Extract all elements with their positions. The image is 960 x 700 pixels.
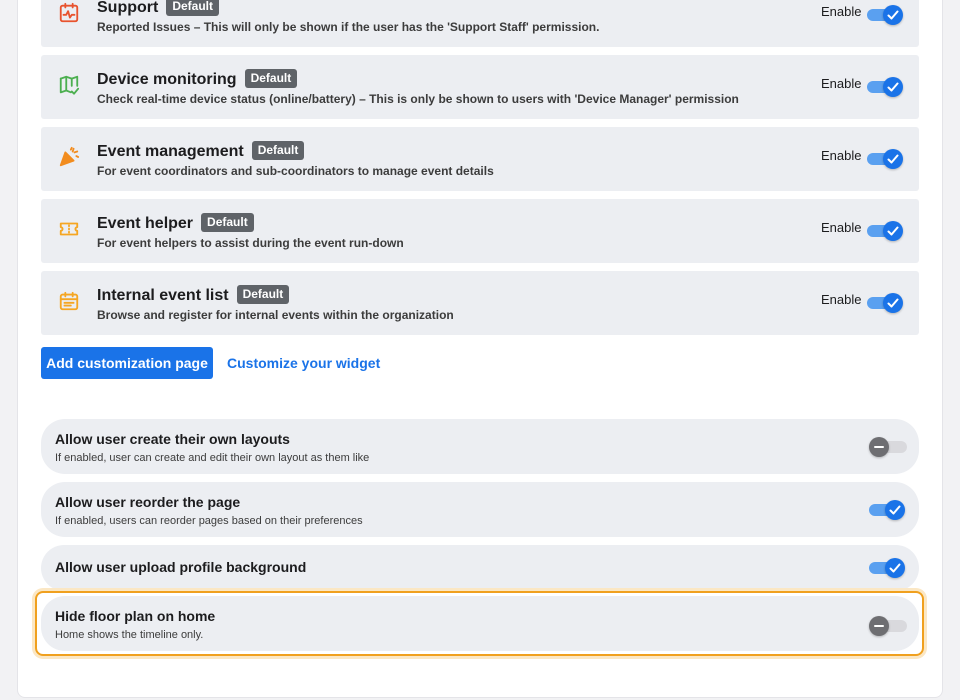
page-description: For event helpers to assist during the e… bbox=[97, 236, 404, 250]
page-row-internal-event-list: Internal event list Default Browse and re… bbox=[41, 271, 919, 335]
calendar-icon bbox=[58, 290, 80, 312]
page-title: Event helper Default bbox=[97, 213, 254, 233]
check-icon bbox=[889, 505, 901, 515]
setting-description: If enabled, users can reorder pages base… bbox=[55, 515, 363, 527]
map-check-icon bbox=[58, 74, 80, 96]
page-row-event-management: Event management Default For event coordi… bbox=[41, 127, 919, 191]
minus-icon bbox=[874, 446, 884, 448]
enable-label: Enable bbox=[821, 4, 862, 19]
setting-description: Home shows the timeline only. bbox=[55, 629, 204, 641]
enable-toggle-support[interactable] bbox=[867, 3, 905, 27]
setting-description: If enabled, user can create and edit the… bbox=[55, 452, 370, 464]
page-description: Reported Issues – This will only be show… bbox=[97, 20, 600, 34]
toggle-hide-floor-plan[interactable] bbox=[869, 614, 907, 638]
toggle-reorder-page[interactable] bbox=[869, 498, 907, 522]
page-description: For event coordinators and sub-coordinat… bbox=[97, 164, 494, 178]
check-icon bbox=[887, 154, 899, 164]
enable-label: Enable bbox=[821, 148, 862, 163]
enable-toggle-event-management[interactable] bbox=[867, 147, 905, 171]
default-badge: Default bbox=[244, 69, 298, 88]
page-row-support: Support Default Reported Issues – This wi… bbox=[41, 0, 919, 47]
check-icon bbox=[889, 563, 901, 573]
support-icon bbox=[58, 2, 80, 24]
setting-upload-background: Allow user upload profile background bbox=[41, 545, 919, 591]
ticket-icon bbox=[58, 218, 80, 240]
customize-widget-link[interactable]: Customize your widget bbox=[227, 355, 380, 371]
toggle-upload-background[interactable] bbox=[869, 556, 907, 580]
setting-hide-floor-plan: Hide floor plan on home Home shows the t… bbox=[41, 596, 919, 651]
check-icon bbox=[887, 298, 899, 308]
check-icon bbox=[887, 226, 899, 236]
enable-toggle-internal-event-list[interactable] bbox=[867, 291, 905, 315]
page-title: Support Default bbox=[97, 0, 219, 17]
add-customization-page-button[interactable]: Add customization page bbox=[41, 347, 213, 379]
setting-title: Allow user reorder the page bbox=[55, 494, 241, 510]
enable-label: Enable bbox=[821, 292, 862, 307]
default-badge: Default bbox=[201, 213, 254, 232]
page-description: Browse and register for internal events … bbox=[97, 308, 454, 322]
enable-label: Enable bbox=[821, 76, 862, 91]
page-description: Check real-time device status (online/ba… bbox=[97, 92, 739, 106]
toggle-create-layouts[interactable] bbox=[869, 435, 907, 459]
page-row-device-monitoring: Device monitoring Default Check real-time… bbox=[41, 55, 919, 119]
page-row-event-helper: Event helper Default For event helpers to… bbox=[41, 199, 919, 263]
setting-reorder-page: Allow user reorder the page If enabled, … bbox=[41, 482, 919, 537]
setting-title: Hide floor plan on home bbox=[55, 608, 216, 624]
enable-label: Enable bbox=[821, 220, 862, 235]
setting-title: Allow user create their own layouts bbox=[55, 431, 290, 447]
check-icon bbox=[887, 10, 899, 20]
page-title: Internal event list Default bbox=[97, 285, 290, 305]
minus-icon bbox=[874, 625, 884, 627]
party-popper-icon bbox=[58, 146, 80, 168]
enable-toggle-device-monitoring[interactable] bbox=[867, 75, 905, 99]
setting-create-layouts: Allow user create their own layouts If e… bbox=[41, 419, 919, 474]
default-badge: Default bbox=[251, 141, 305, 160]
enable-toggle-event-helper[interactable] bbox=[867, 219, 905, 243]
page-title: Event management Default bbox=[97, 141, 305, 161]
page-title: Device monitoring Default bbox=[97, 69, 298, 89]
default-badge: Default bbox=[236, 285, 290, 304]
setting-title: Allow user upload profile background bbox=[55, 559, 307, 575]
default-badge: Default bbox=[166, 0, 219, 16]
check-icon bbox=[887, 82, 899, 92]
